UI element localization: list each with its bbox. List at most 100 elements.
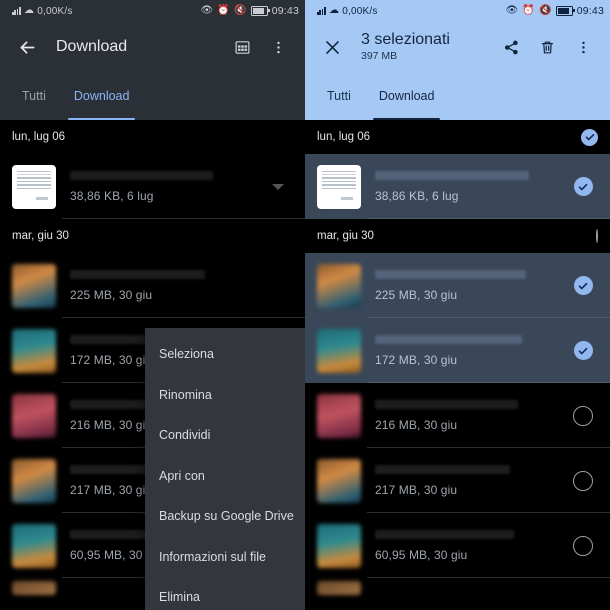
date-header-label: lun, lug 06 — [317, 131, 371, 143]
file-name-redacted — [375, 399, 518, 409]
file-name-redacted — [375, 269, 526, 279]
eye-icon: 👁 — [200, 5, 214, 16]
tab-tutti[interactable]: Tutti — [8, 72, 60, 120]
row-select-toggle[interactable] — [568, 276, 598, 295]
signal-icon — [317, 7, 326, 15]
page-title: Download — [56, 38, 128, 56]
selection-count: 3 selezionati — [361, 30, 450, 48]
file-size: 60,95 MB, 30 giu — [375, 547, 468, 562]
mute-icon: 🔇 — [234, 5, 247, 16]
file-meta: 38,86 KB, 6 lug — [56, 170, 263, 203]
row-select-toggle[interactable] — [568, 470, 598, 491]
status-bar-left-group: ☁ 0,00K/s — [311, 6, 506, 17]
file-meta: 225 MB, 30 giu — [361, 269, 568, 302]
list-item[interactable]: 225 MB, 30 giu — [305, 253, 610, 318]
list-item[interactable]: 38,86 KB, 6 lug — [0, 154, 305, 219]
close-selection-button[interactable] — [315, 30, 349, 64]
menu-item-condividi[interactable]: Condividi — [145, 415, 305, 456]
row-separator — [367, 218, 610, 219]
list-item[interactable]: 38,86 KB, 6 lug — [305, 154, 610, 219]
left-panel: ☁ 0,00K/s 👁 ⏰ 🔇 09:43 Download Tutti Dow… — [0, 0, 305, 610]
file-name-redacted — [375, 529, 514, 539]
checkmark-icon — [581, 128, 598, 146]
file-size: 225 MB, 30 giu — [70, 287, 153, 302]
date-header[interactable]: lun, lug 06 — [305, 120, 610, 154]
list-item[interactable]: 217 MB, 30 giu — [305, 448, 610, 513]
menu-item-informazioni-sul-file[interactable]: Informazioni sul file — [145, 537, 305, 578]
file-meta: 225 MB, 30 giu — [56, 269, 263, 302]
status-clock: 09:43 — [576, 5, 604, 17]
file-size: 38,86 KB, 6 lug — [70, 188, 154, 203]
file-meta: 216 MB, 30 giu — [361, 399, 568, 432]
row-trailing[interactable] — [263, 183, 293, 190]
close-icon — [325, 40, 339, 54]
share-button[interactable] — [494, 30, 528, 64]
unchecked-circle-icon — [573, 535, 593, 556]
unchecked-circle-icon — [573, 470, 593, 491]
selection-title-wrap: 3 selezionati 397 MB — [349, 31, 494, 64]
tab-download[interactable]: Download — [365, 72, 449, 120]
status-bar-right-group: 👁 ⏰ 🔇 09:43 — [506, 5, 605, 17]
file-size: 38,86 KB, 6 lug — [375, 188, 459, 203]
file-meta: 38,86 KB, 6 lug — [361, 170, 568, 203]
file-size: 225 MB, 30 giu — [375, 287, 458, 302]
back-button[interactable] — [10, 30, 44, 64]
file-name-redacted — [375, 464, 511, 474]
overflow-menu-icon — [581, 41, 585, 53]
tab-tutti[interactable]: Tutti — [313, 72, 365, 120]
signal-icon — [12, 7, 21, 15]
list-item[interactable]: 172 MB, 30 giu — [305, 318, 610, 383]
status-bar-right-group: 👁 ⏰ 🔇 09:43 — [201, 5, 300, 17]
row-select-toggle[interactable] — [568, 341, 598, 360]
group-select-toggle[interactable] — [596, 229, 598, 243]
unchecked-circle-icon — [596, 229, 598, 243]
row-select-toggle[interactable] — [568, 177, 598, 196]
wifi-icon: ☁ — [329, 5, 340, 16]
list-item[interactable]: 60,95 MB, 30 giu — [305, 513, 610, 578]
row-select-toggle[interactable] — [568, 535, 598, 556]
file-thumbnail-photo — [12, 328, 56, 373]
file-thumbnail-photo — [317, 263, 361, 308]
group-select-toggle[interactable] — [581, 128, 598, 146]
date-header[interactable]: mar, giu 30 — [305, 219, 610, 253]
tab-download[interactable]: Download — [60, 72, 144, 120]
alarm-icon: ⏰ — [522, 5, 536, 16]
menu-item-rinomina[interactable]: Rinomina — [145, 375, 305, 416]
file-thumbnail-photo — [12, 458, 56, 503]
context-menu: Seleziona Rinomina Condividi Apri con Ba… — [145, 328, 305, 610]
trash-icon — [541, 41, 553, 53]
status-bar-right: ☁ 0,00K/s 👁 ⏰ 🔇 09:43 — [305, 0, 610, 22]
document-block — [341, 196, 353, 200]
file-thumbnail-photo — [12, 523, 56, 568]
file-size: 172 MB, 30 giu — [375, 352, 458, 367]
right-panel: ☁ 0,00K/s 👁 ⏰ 🔇 09:43 3 selezionati 397 … — [305, 0, 610, 610]
menu-item-backup-google-drive[interactable]: Backup su Google Drive — [145, 496, 305, 537]
network-speed: 0,00K/s — [37, 5, 73, 17]
battery-icon — [555, 6, 575, 16]
menu-item-elimina[interactable]: Elimina — [145, 577, 305, 610]
file-name-redacted — [70, 170, 213, 180]
date-header: mar, giu 30 — [0, 219, 305, 253]
wifi-icon: ☁ — [24, 5, 35, 16]
left-file-list: lun, lug 06 38,86 KB, 6 lug mar, giu 30 — [0, 120, 305, 610]
file-thumbnail-photo — [317, 458, 361, 503]
list-item[interactable]: 216 MB, 30 giu — [305, 383, 610, 448]
file-name-redacted — [70, 269, 206, 279]
overflow-menu-button[interactable] — [566, 30, 600, 64]
menu-item-seleziona[interactable]: Seleziona — [145, 334, 305, 375]
delete-button[interactable] — [530, 30, 564, 64]
list-item[interactable]: 225 MB, 30 giu — [0, 253, 305, 318]
list-item-partial[interactable] — [305, 578, 610, 598]
date-header-label: mar, giu 30 — [317, 230, 374, 242]
overflow-menu-button[interactable] — [261, 30, 295, 64]
overflow-menu-icon — [276, 41, 280, 53]
menu-item-apri-con[interactable]: Apri con — [145, 456, 305, 497]
checkmark-icon — [573, 341, 593, 360]
row-select-toggle[interactable] — [568, 405, 598, 426]
file-name-redacted — [375, 334, 522, 344]
grid-view-button[interactable] — [225, 30, 259, 64]
row-separator — [62, 218, 305, 219]
status-bar-left: ☁ 0,00K/s 👁 ⏰ 🔇 09:43 — [0, 0, 305, 22]
file-thumbnail-photo — [12, 393, 56, 438]
file-name-redacted — [375, 170, 530, 180]
